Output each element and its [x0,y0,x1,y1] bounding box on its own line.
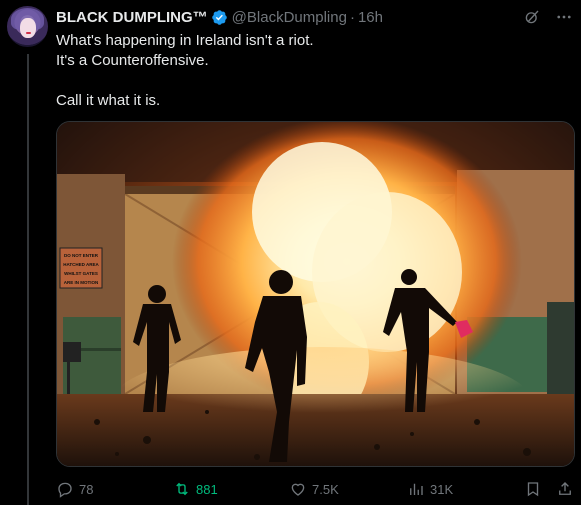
header-separator: · [349,8,355,26]
author-avatar[interactable] [7,6,48,47]
more-icon[interactable] [555,8,573,26]
sign-line: DO NOT ENTER [64,253,99,258]
tweet-text-line [56,71,556,91]
views-chart-icon [410,483,423,495]
sign-line: ARE IN MOTION [64,280,99,285]
author-display-name[interactable]: BLACK DUMPLING™ [56,9,208,26]
retweet-icon [176,482,188,496]
sign-line: HATCHED AREA [63,262,99,267]
thread-connector-line [27,54,29,505]
tweet-text-line: What's happening in Ireland isn't a riot… [56,32,314,49]
tweet-header: BLACK DUMPLING™ @BlackDumpling · 16h [56,7,383,27]
riot-fire-photo: DO NOT ENTER HATCHED AREA WHILST GATES A… [57,122,574,466]
reply-button[interactable]: 78 [56,477,93,501]
bookmark-icon [527,482,539,497]
tweet-top-icons [523,8,573,26]
reply-count: 78 [79,481,94,497]
like-count: 7.5K [312,481,339,497]
retweet-button[interactable]: 881 [173,477,218,501]
author-handle[interactable]: @BlackDumpling [232,9,347,26]
views-button[interactable]: 31K [407,477,453,501]
verified-badge-icon[interactable] [211,9,228,26]
tweet-media-photo[interactable]: DO NOT ENTER HATCHED AREA WHILST GATES A… [56,121,575,467]
like-button[interactable]: 7.5K [289,477,339,501]
retweet-count: 881 [196,481,218,497]
tweet-text-line: It's a Counteroffensive. [56,52,209,69]
tweet-text-line: Call it what it is. [56,92,161,109]
reply-icon [58,482,72,498]
views-count: 31K [430,481,454,497]
tweet-actions-bar: 78 881 7.5K 31K [56,477,575,501]
bookmark-button[interactable] [524,477,542,501]
sign-line: WHILST GATES [64,271,98,276]
grok-icon[interactable] [523,8,541,26]
share-icon [559,482,571,495]
tweet-timestamp[interactable]: 16h [358,9,383,26]
share-button[interactable] [556,477,574,501]
heart-icon [291,483,305,496]
tweet-text: What's happening in Ireland isn't a riot… [56,31,556,111]
